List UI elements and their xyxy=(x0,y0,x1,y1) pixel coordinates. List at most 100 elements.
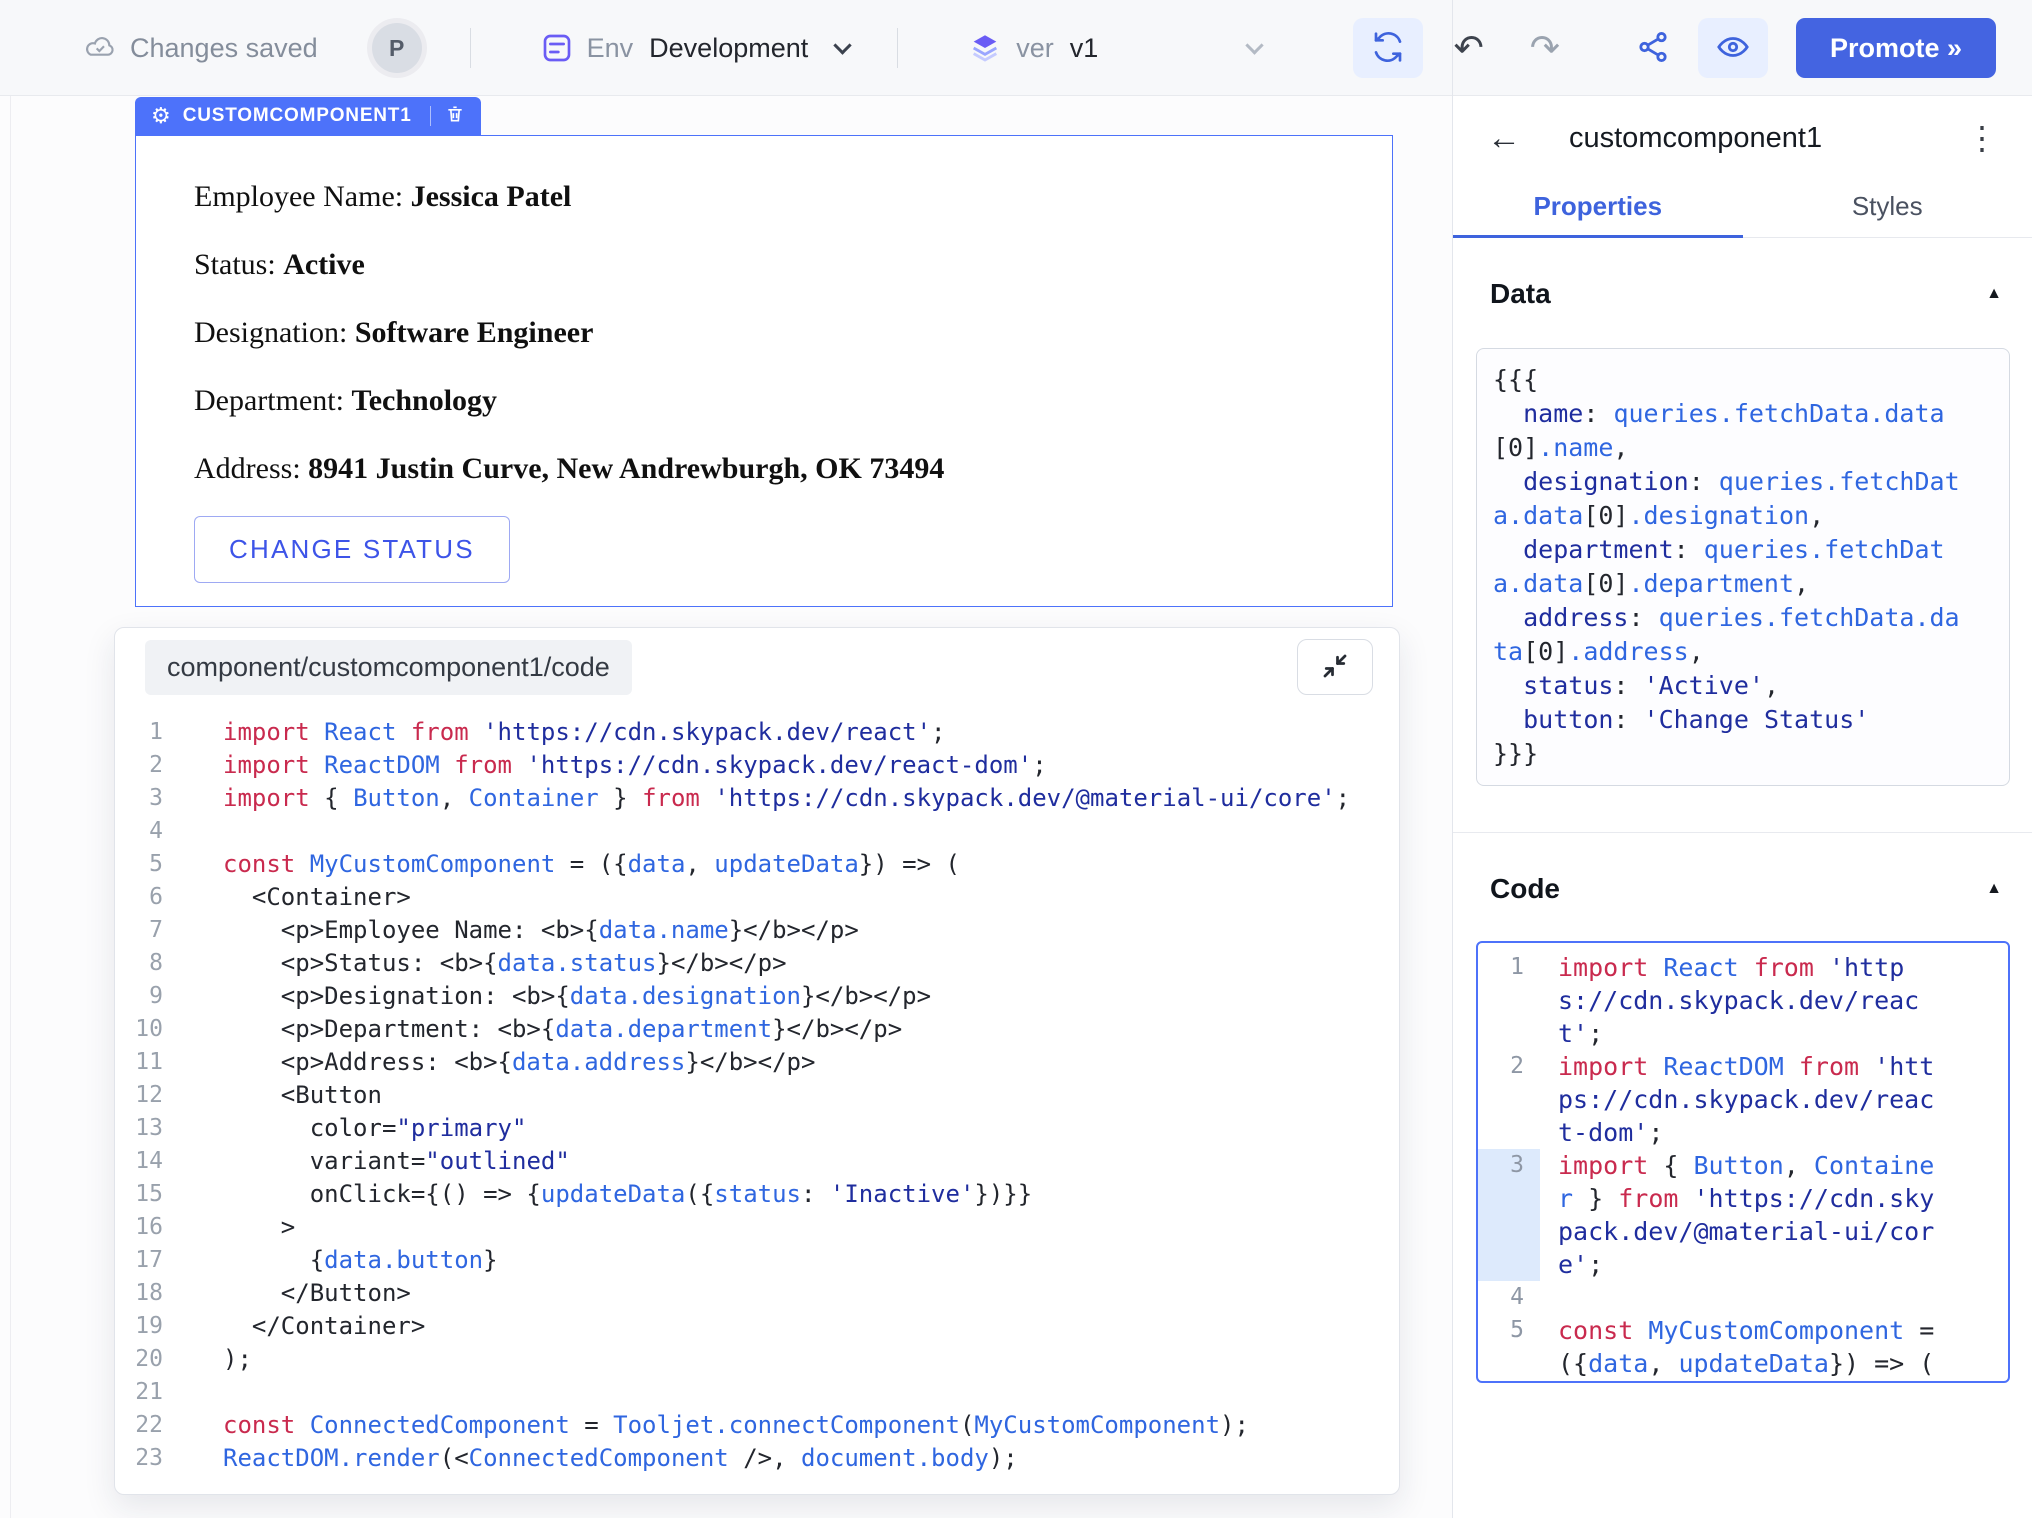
line-number: 4 xyxy=(115,815,173,848)
code-line[interactable]: 15 onClick={() => {updateData({status: '… xyxy=(115,1178,1399,1211)
code-line[interactable]: 17 {data.button} xyxy=(115,1244,1399,1277)
line-number: 21 xyxy=(115,1376,173,1409)
tab-properties[interactable]: Properties xyxy=(1453,176,1743,237)
code-section-title: Code xyxy=(1490,873,1560,905)
env-value[interactable]: Development xyxy=(649,33,808,64)
trash-icon[interactable] xyxy=(445,104,465,129)
line-number: 2 xyxy=(1478,1050,1540,1149)
code-line[interactable]: 6 <Container> xyxy=(115,881,1399,914)
code-editor-panel: component/customcomponent1/code 1import … xyxy=(114,627,1400,1495)
canvas-edge-line xyxy=(10,96,11,1518)
main-code-editor[interactable]: 1import React from 'https://cdn.skypack.… xyxy=(115,706,1399,1494)
code-line[interactable]: 3import { Button, Container } from 'http… xyxy=(1478,1149,2008,1281)
line-number: 7 xyxy=(115,914,173,947)
version-layers-icon xyxy=(968,31,1002,65)
code-line[interactable]: 7 <p>Employee Name: <b>{data.name}</b></… xyxy=(115,914,1399,947)
code-line[interactable]: 2import ReactDOM from 'https://cdn.skypa… xyxy=(1478,1050,2008,1149)
inspector-code-editor[interactable]: 1import React from 'https://cdn.skypack.… xyxy=(1476,941,2010,1383)
inspector-header: ← customcomponent1 ⋮ xyxy=(1453,100,2032,176)
code-line[interactable]: 11 <p>Address: <b>{data.address}</b></p> xyxy=(115,1046,1399,1079)
chevron-down-icon[interactable] xyxy=(1246,36,1264,54)
code-line[interactable]: 1import React from 'https://cdn.skypack.… xyxy=(115,716,1399,749)
line-number: 8 xyxy=(115,947,173,980)
employee-field-row: Department: Technology xyxy=(194,384,1392,418)
code-line[interactable]: 5const MyCustomComponent = ({data, updat… xyxy=(1478,1314,2008,1380)
code-line[interactable]: 16 > xyxy=(115,1211,1399,1244)
change-status-button[interactable]: CHANGE STATUS xyxy=(194,516,510,583)
code-line[interactable]: 10 <p>Department: <b>{data.department}</… xyxy=(115,1013,1399,1046)
widget-tag[interactable]: ⚙ CUSTOMCOMPONENT1 xyxy=(135,97,481,135)
code-line[interactable]: 18 </Button> xyxy=(115,1277,1399,1310)
employee-field-row: Employee Name: Jessica Patel xyxy=(194,180,1392,214)
promote-button[interactable]: Promote » xyxy=(1796,18,1996,78)
code-line[interactable]: 4 xyxy=(115,815,1399,848)
gear-icon[interactable]: ⚙ xyxy=(151,105,171,127)
inspector-title: customcomponent1 xyxy=(1569,122,1822,155)
code-line[interactable]: 13 color="primary" xyxy=(115,1112,1399,1145)
code-line[interactable]: 21 xyxy=(115,1376,1399,1409)
code-line[interactable]: 9 <p>Designation: <b>{data.designation}<… xyxy=(115,980,1399,1013)
employee-field-row: Designation: Software Engineer xyxy=(194,316,1392,350)
line-number: 11 xyxy=(115,1046,173,1079)
collapse-triangle-icon[interactable]: ▲ xyxy=(1986,880,2002,898)
line-number: 1 xyxy=(1478,951,1540,1050)
inspector-content: Data ▲ {{{ name: queries.fetchData.data[… xyxy=(1453,278,2032,1383)
line-number: 9 xyxy=(115,980,173,1013)
line-number: 10 xyxy=(115,1013,173,1046)
inspector-panel: ← customcomponent1 ⋮ Properties Styles D… xyxy=(1453,96,2032,1518)
app-canvas[interactable]: ⚙ CUSTOMCOMPONENT1 Employee Name: Jessic… xyxy=(0,96,1452,1518)
preview-button[interactable] xyxy=(1698,18,1768,78)
code-line[interactable]: 5const MyCustomComponent = ({data, updat… xyxy=(115,848,1399,881)
kebab-menu-icon[interactable]: ⋮ xyxy=(1966,122,1998,154)
collapse-triangle-icon[interactable]: ▲ xyxy=(1986,285,2002,303)
ver-value[interactable]: v1 xyxy=(1070,33,1099,64)
line-number: 14 xyxy=(115,1145,173,1178)
data-fx-editor[interactable]: {{{ name: queries.fetchData.data[0].name… xyxy=(1476,348,2010,786)
back-icon[interactable]: ← xyxy=(1487,121,1521,155)
inspector-tabs: Properties Styles xyxy=(1453,176,2032,238)
code-section-header[interactable]: Code ▲ xyxy=(1476,873,2010,905)
custom-component[interactable]: Employee Name: Jessica Patel Status: Acti… xyxy=(135,135,1393,607)
line-number: 12 xyxy=(115,1079,173,1112)
widget-tag-label: CUSTOMCOMPONENT1 xyxy=(183,105,412,127)
code-line[interactable]: 4 xyxy=(1478,1281,2008,1314)
collapse-editor-button[interactable] xyxy=(1297,639,1373,695)
chevron-down-icon[interactable] xyxy=(834,36,852,54)
line-number: 20 xyxy=(115,1343,173,1376)
code-line[interactable]: 19 </Container> xyxy=(115,1310,1399,1343)
env-label: Env xyxy=(587,33,634,64)
data-section-header[interactable]: Data ▲ xyxy=(1476,278,2010,310)
environment-icon xyxy=(541,32,573,64)
divider xyxy=(470,28,471,68)
code-line[interactable]: 22const ConnectedComponent = Tooljet.con… xyxy=(115,1409,1399,1442)
code-line[interactable]: 14 variant="outlined" xyxy=(115,1145,1399,1178)
code-line[interactable]: 1import React from 'https://cdn.skypack.… xyxy=(1478,951,2008,1050)
line-number: 1 xyxy=(115,716,173,749)
undo-button[interactable]: ↶ xyxy=(1454,30,1484,66)
code-line[interactable]: 12 <Button xyxy=(115,1079,1399,1112)
employee-field-row: Status: Active xyxy=(194,248,1392,282)
line-number: 16 xyxy=(115,1211,173,1244)
share-icon xyxy=(1636,30,1670,67)
code-line[interactable]: 3import { Button, Container } from 'http… xyxy=(115,782,1399,815)
share-button[interactable] xyxy=(1636,30,1670,67)
employee-fields: Employee Name: Jessica Patel Status: Acti… xyxy=(194,180,1392,486)
divider xyxy=(430,106,431,126)
refresh-button[interactable] xyxy=(1353,18,1423,78)
refresh-icon xyxy=(1372,31,1404,66)
divider xyxy=(897,28,898,68)
panel-divider xyxy=(1452,0,1453,1518)
code-line[interactable]: 8 <p>Status: <b>{data.status}</b></p> xyxy=(115,947,1399,980)
line-number: 5 xyxy=(1478,1314,1540,1380)
code-line[interactable]: 23ReactDOM.render(<ConnectedComponent />… xyxy=(115,1442,1399,1475)
topbar-right-cluster: ↶ ↷ Promote » xyxy=(1454,0,1996,96)
code-line[interactable]: 20); xyxy=(115,1343,1399,1376)
avatar[interactable]: P xyxy=(372,23,422,73)
topbar-left-cluster: Changes saved P Env Development ver v1 xyxy=(84,0,1423,96)
tab-styles[interactable]: Styles xyxy=(1743,176,2032,237)
code-line[interactable]: 2import ReactDOM from 'https://cdn.skypa… xyxy=(115,749,1399,782)
data-section-title: Data xyxy=(1490,278,1551,310)
line-number: 22 xyxy=(115,1409,173,1442)
changes-saved-label: Changes saved xyxy=(130,33,318,64)
redo-button[interactable]: ↷ xyxy=(1530,30,1560,66)
